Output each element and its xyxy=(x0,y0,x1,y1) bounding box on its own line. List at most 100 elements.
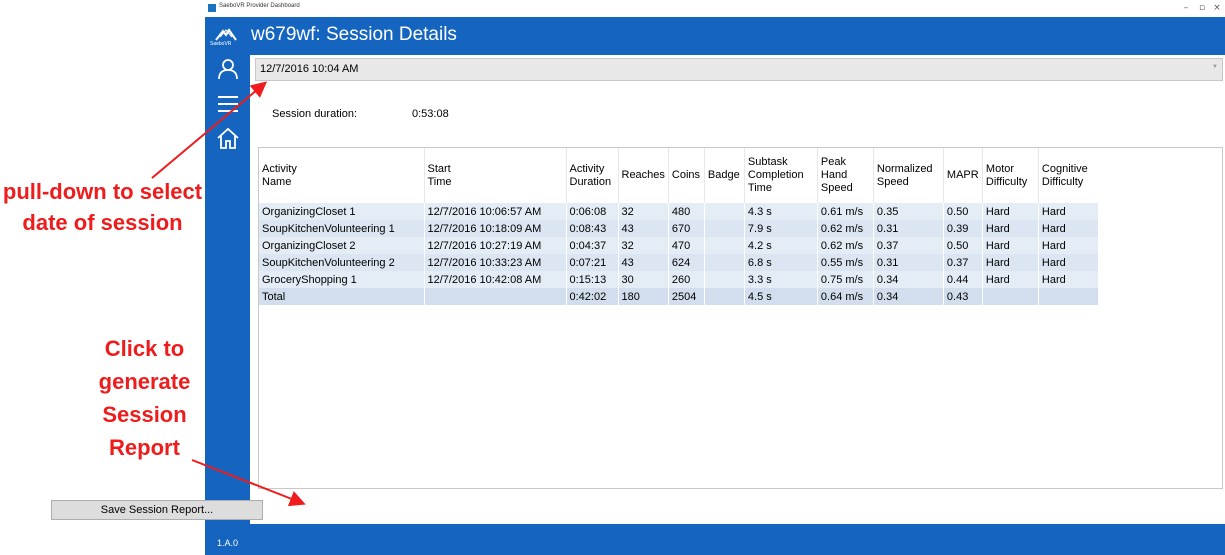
cell-peak-hand-speed: 0.61 m/s xyxy=(817,203,874,220)
table-row[interactable]: SoupKitchenVolunteering 2 12/7/2016 10:3… xyxy=(259,254,1099,271)
footer-bar xyxy=(250,524,1225,555)
annotation-report: Click to generate Session Report xyxy=(98,336,191,460)
app-window: SaeboVR Provider Dashboard – ▫ × SaeboVR… xyxy=(205,0,1225,555)
col-peak-hand-speed[interactable]: Peak Hand Speed xyxy=(817,148,874,203)
close-button[interactable]: × xyxy=(1210,1,1224,15)
app-header: SaeboVR w679wf: Session Details xyxy=(205,17,1225,55)
cell-reaches: 32 xyxy=(618,237,669,254)
cell-coins: 2504 xyxy=(668,288,705,305)
sidebar: 1.A.0 xyxy=(205,55,250,555)
table-header-row: Activity Name Start Time Activity Duration … xyxy=(259,148,1099,203)
cell-mapr: 0.50 xyxy=(943,237,983,254)
title-bar: SaeboVR Provider Dashboard – ▫ × xyxy=(205,0,1225,17)
cell-activity-name: OrganizingCloset 2 xyxy=(259,237,425,254)
cell-peak-hand-speed: 0.55 m/s xyxy=(817,254,874,271)
cell-badge xyxy=(704,288,745,305)
annotation-pulldown: pull-down to select date of session xyxy=(2,179,203,235)
cell-normalized-speed: 0.37 xyxy=(873,237,944,254)
cell-normalized-speed: 0.34 xyxy=(873,271,944,288)
cell-mapr: 0.50 xyxy=(943,203,983,220)
cell-normalized-speed: 0.31 xyxy=(873,220,944,237)
activity-table[interactable]: Activity Name Start Time Activity Duration … xyxy=(258,147,1223,489)
cell-start-time: 12/7/2016 10:06:57 AM xyxy=(424,203,567,220)
cell-subtask-time: 4.2 s xyxy=(744,237,818,254)
main-content: 12/7/2016 10:04 AM ▼ Session duration: 0… xyxy=(250,55,1225,524)
col-start-time[interactable]: Start Time xyxy=(424,148,567,203)
table-row[interactable]: SoupKitchenVolunteering 1 12/7/2016 10:1… xyxy=(259,220,1099,237)
cell-coins: 624 xyxy=(668,254,705,271)
cell-start-time: 12/7/2016 10:33:23 AM xyxy=(424,254,567,271)
cell-mapr: 0.39 xyxy=(943,220,983,237)
cell-coins: 260 xyxy=(668,271,705,288)
cell-activity-duration: 0:15:13 xyxy=(566,271,619,288)
cell-activity-duration: 0:04:37 xyxy=(566,237,619,254)
menu-icon[interactable] xyxy=(217,93,239,115)
col-badge[interactable]: Badge xyxy=(704,148,745,203)
cell-start-time: 12/7/2016 10:27:19 AM xyxy=(424,237,567,254)
cell-start-time: 12/7/2016 10:42:08 AM xyxy=(424,271,567,288)
cell-motor-difficulty xyxy=(982,288,1039,305)
col-activity-duration[interactable]: Activity Duration xyxy=(566,148,619,203)
maximize-button[interactable]: ▫ xyxy=(1195,1,1209,15)
cell-motor-difficulty: Hard xyxy=(982,203,1039,220)
window-title: SaeboVR Provider Dashboard xyxy=(219,3,300,9)
cell-activity-duration: 0:07:21 xyxy=(566,254,619,271)
table-row[interactable]: OrganizingCloset 1 12/7/2016 10:06:57 AM… xyxy=(259,203,1099,220)
cell-badge xyxy=(704,254,745,271)
cell-mapr: 0.37 xyxy=(943,254,983,271)
cell-peak-hand-speed: 0.75 m/s xyxy=(817,271,874,288)
cell-reaches: 30 xyxy=(618,271,669,288)
cell-subtask-time: 4.5 s xyxy=(744,288,818,305)
table-row[interactable]: OrganizingCloset 2 12/7/2016 10:27:19 AM… xyxy=(259,237,1099,254)
cell-motor-difficulty: Hard xyxy=(982,220,1039,237)
minimize-button[interactable]: – xyxy=(1179,1,1193,15)
table-row[interactable]: GroceryShopping 1 12/7/2016 10:42:08 AM … xyxy=(259,271,1099,288)
chevron-down-icon: ▼ xyxy=(1212,64,1218,70)
cell-normalized-speed: 0.35 xyxy=(873,203,944,220)
cell-coins: 670 xyxy=(668,220,705,237)
session-date-dropdown[interactable]: 12/7/2016 10:04 AM ▼ xyxy=(255,58,1223,81)
cell-reaches: 43 xyxy=(618,220,669,237)
cell-motor-difficulty: Hard xyxy=(982,254,1039,271)
cell-subtask-time: 4.3 s xyxy=(744,203,818,220)
cell-start-time: 12/7/2016 10:18:09 AM xyxy=(424,220,567,237)
cell-subtask-time: 6.8 s xyxy=(744,254,818,271)
col-normalized-speed[interactable]: Normalized Speed xyxy=(873,148,944,203)
app-icon xyxy=(208,4,216,12)
col-reaches[interactable]: Reaches xyxy=(618,148,669,203)
cell-cognitive-difficulty: Hard xyxy=(1038,271,1099,288)
cell-mapr: 0.43 xyxy=(943,288,983,305)
col-mapr[interactable]: MAPR xyxy=(943,148,983,203)
cell-cognitive-difficulty: Hard xyxy=(1038,220,1099,237)
col-coins[interactable]: Coins xyxy=(668,148,705,203)
cell-activity-duration: 0:06:08 xyxy=(566,203,619,220)
col-cognitive-difficulty[interactable]: Cognitive Difficulty xyxy=(1038,148,1099,203)
col-activity-name[interactable]: Activity Name xyxy=(259,148,425,203)
cell-subtask-time: 3.3 s xyxy=(744,271,818,288)
cell-badge xyxy=(704,203,745,220)
col-subtask-completion-time[interactable]: Subtask Completion Time xyxy=(744,148,818,203)
cell-peak-hand-speed: 0.62 m/s xyxy=(817,237,874,254)
cell-cognitive-difficulty xyxy=(1038,288,1099,305)
table-row-total[interactable]: Total 0:42:02 180 2504 4.5 s 0.64 m/s 0.… xyxy=(259,288,1099,305)
cell-activity-name: SoupKitchenVolunteering 1 xyxy=(259,220,425,237)
cell-activity-name: GroceryShopping 1 xyxy=(259,271,425,288)
cell-normalized-speed: 0.31 xyxy=(873,254,944,271)
cell-badge xyxy=(704,271,745,288)
session-duration-label: Session duration: xyxy=(272,108,357,120)
cell-normalized-speed: 0.34 xyxy=(873,288,944,305)
cell-badge xyxy=(704,220,745,237)
cell-motor-difficulty: Hard xyxy=(982,237,1039,254)
cell-reaches: 32 xyxy=(618,203,669,220)
cell-reaches: 180 xyxy=(618,288,669,305)
cell-peak-hand-speed: 0.64 m/s xyxy=(817,288,874,305)
cell-cognitive-difficulty: Hard xyxy=(1038,203,1099,220)
cell-activity-name: OrganizingCloset 1 xyxy=(259,203,425,220)
save-session-report-button[interactable]: Save Session Report... xyxy=(51,500,263,520)
cell-reaches: 43 xyxy=(618,254,669,271)
cell-coins: 470 xyxy=(668,237,705,254)
col-motor-difficulty[interactable]: Motor Difficulty xyxy=(982,148,1039,203)
version-label: 1.A.0 xyxy=(217,538,239,548)
home-icon[interactable] xyxy=(217,127,239,149)
user-icon[interactable] xyxy=(217,58,239,80)
